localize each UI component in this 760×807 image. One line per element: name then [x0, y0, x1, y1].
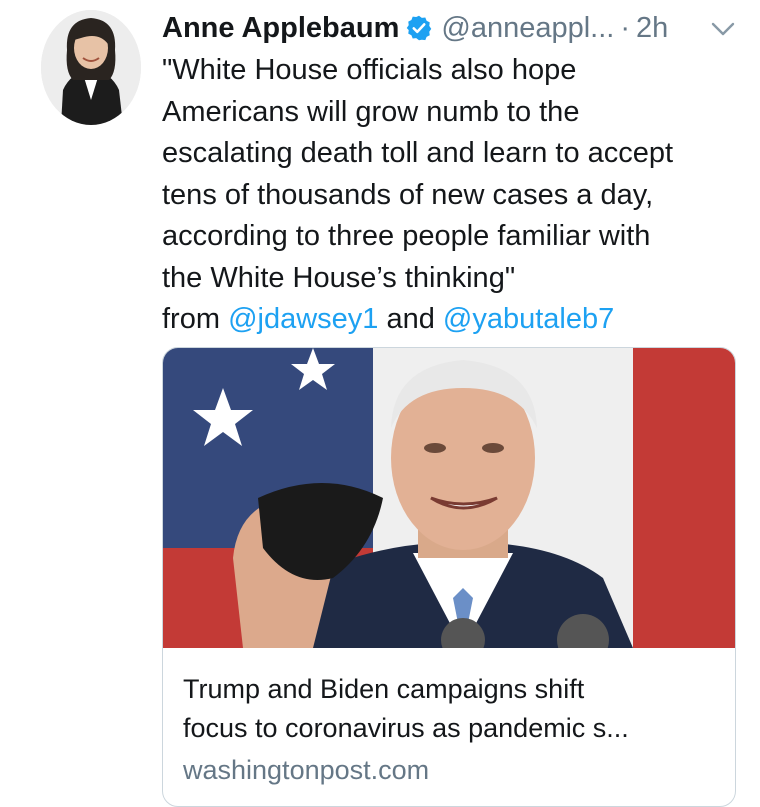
tweet-text: "White House officials also hope America…	[162, 50, 742, 341]
attribution-prefix: from	[162, 303, 229, 335]
attribution-joiner: and	[378, 303, 443, 335]
author-handle[interactable]: @anneappl...	[441, 12, 614, 45]
verified-badge-icon	[405, 14, 433, 42]
tweet-text-line: according to three people familiar with	[162, 220, 651, 252]
separator-dot: ·	[620, 11, 631, 44]
author-avatar[interactable]	[41, 10, 141, 125]
tweet-text-line: "White House officials also hope	[162, 54, 577, 86]
card-title-line: Trump and Biden campaigns shift	[183, 674, 585, 704]
card-title: Trump and Biden campaigns shift focus to…	[183, 670, 715, 748]
tweet-timestamp[interactable]: 2h	[636, 12, 668, 45]
card-image	[163, 348, 735, 666]
card-text: Trump and Biden campaigns shift focus to…	[183, 670, 715, 790]
chevron-down-icon[interactable]	[710, 18, 736, 40]
tweet-text-line: escalating death toll and learn to accep…	[162, 137, 674, 169]
link-preview-card[interactable]: Trump and Biden campaigns shift focus to…	[162, 347, 736, 807]
tweet-text-line: tens of thousands of new cases a day,	[162, 178, 654, 211]
tweet-attribution-line: from @jdawsey1 and @yabutaleb7	[162, 299, 742, 341]
card-title-line: focus to coronavirus as pandemic s...	[183, 713, 629, 743]
tweet-text-line: Americans will grow numb to the	[162, 95, 580, 128]
author-name[interactable]: Anne Applebaum	[162, 12, 399, 45]
tweet-text-line: the White House’s thinking"	[162, 261, 516, 294]
card-domain: washingtonpost.com	[183, 755, 430, 785]
tweet-header: Anne Applebaum @anneappl... · 2h	[162, 8, 736, 48]
avatar-image	[41, 10, 141, 125]
mention-link-jdawsey1[interactable]: @jdawsey1	[228, 303, 378, 335]
mention-link-yabutaleb7[interactable]: @yabutaleb7	[443, 303, 614, 335]
